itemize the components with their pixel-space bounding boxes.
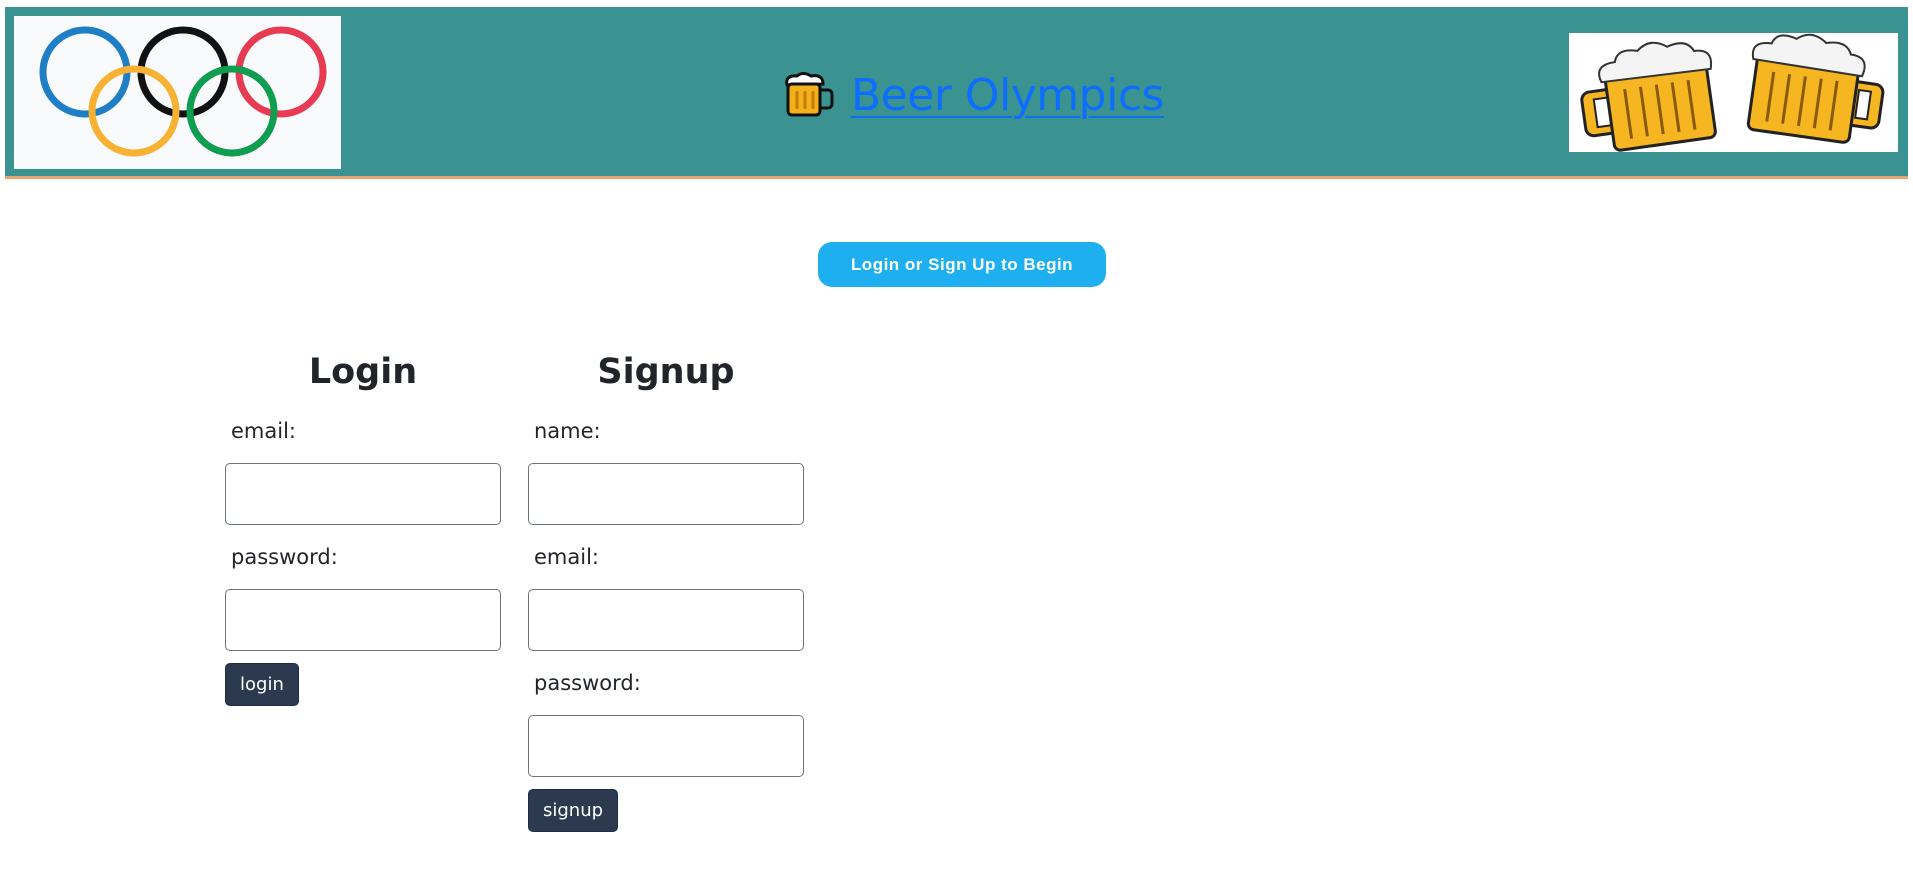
olympic-rings-icon (14, 16, 341, 169)
login-heading: Login (308, 352, 418, 392)
signup-email-label: email: (534, 545, 599, 569)
signup-button[interactable]: signup (528, 789, 619, 832)
signup-password-label: password: (534, 671, 641, 695)
login-form: Login email: password: login (225, 345, 501, 706)
login-password-field[interactable] (225, 589, 501, 651)
beer-mugs-emoji-icon (781, 71, 835, 119)
signup-name-label: name: (534, 419, 601, 443)
signup-password-field[interactable] (528, 715, 804, 777)
signup-heading: Signup (597, 352, 735, 392)
signup-email-field[interactable] (528, 589, 804, 651)
site-title-link[interactable]: Beer Olympics (851, 70, 1164, 121)
signup-form: Signup name: email: password: signup (528, 345, 804, 832)
begin-button[interactable]: Login or Sign Up to Begin (818, 242, 1106, 287)
signup-name-field[interactable] (528, 463, 804, 525)
site-header: Beer Olympics (5, 7, 1908, 179)
login-email-label: email: (231, 419, 296, 443)
login-button[interactable]: login (225, 663, 299, 706)
login-email-field[interactable] (225, 463, 501, 525)
clinking-beer-mugs-icon (1569, 33, 1898, 152)
brand: Beer Olympics (781, 67, 1164, 123)
login-password-label: password: (231, 545, 338, 569)
